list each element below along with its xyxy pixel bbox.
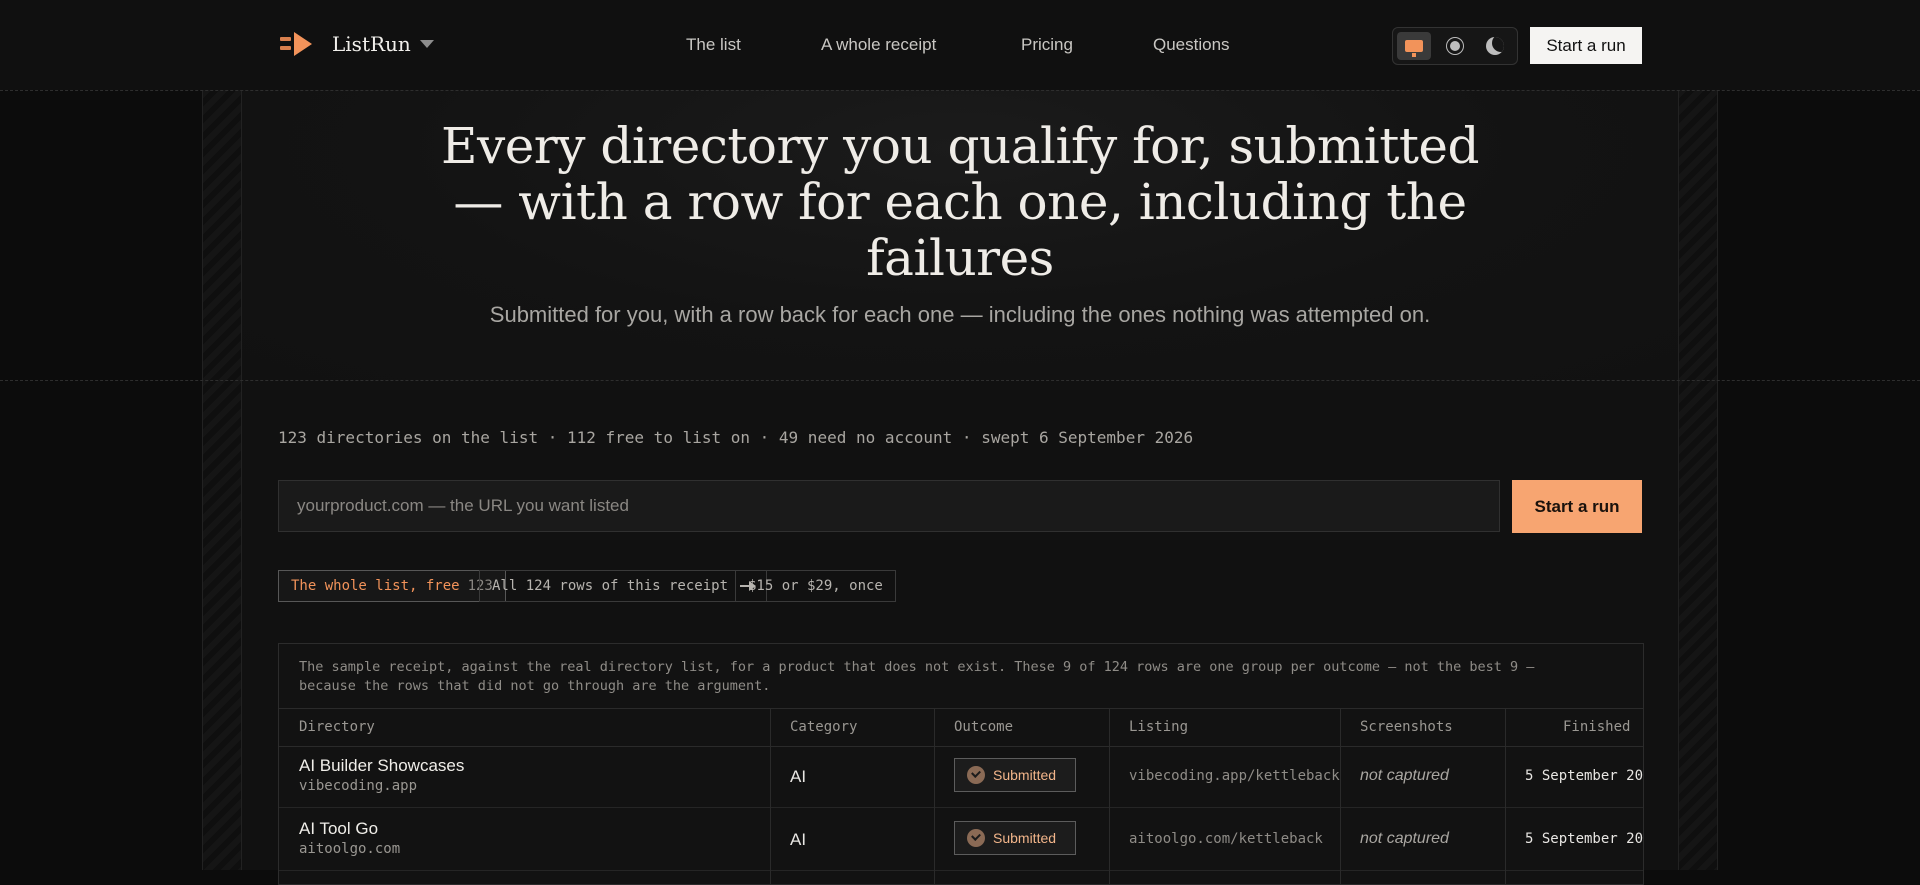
header-divider [0, 90, 1920, 91]
nav-whole-receipt[interactable]: A whole receipt [821, 35, 936, 55]
moon-icon [1486, 37, 1504, 55]
tab-pricing[interactable]: $15 or $29, once [735, 570, 896, 602]
tab-all-rows[interactable]: All 124 rows of this receipt [479, 570, 768, 602]
tab-label: All 124 rows of this receipt [492, 578, 729, 594]
finished-date: 5 September 2026 [1525, 831, 1644, 847]
listing-link[interactable]: aitoolgo.com/kettleback [1129, 831, 1323, 847]
column-directory: Directory [299, 719, 375, 735]
directory-name: AI Tool Go [299, 819, 379, 838]
directory-domain: aitoolgo.com [299, 841, 401, 857]
directory-domain: vibecoding.app [299, 778, 418, 794]
column-divider [934, 708, 935, 884]
hero-subtitle: Submitted for you, with a row back for e… [489, 302, 1431, 327]
column-screenshots: Screenshots [1360, 719, 1453, 735]
theme-toggle [1392, 27, 1518, 65]
outcome-label: Submitted [993, 767, 1057, 783]
page-title: Every directory you qualify for, submitt… [440, 117, 1480, 287]
status-badge: Submitted [954, 821, 1076, 855]
nav-the-list[interactable]: The list [686, 35, 741, 55]
tab-label: The whole list, free [291, 578, 460, 594]
screenshots-status: not captured [1360, 767, 1449, 784]
column-finished: Finished [1563, 719, 1631, 735]
listing-link[interactable]: vibecoding.app/kettleback [1129, 768, 1340, 784]
finished-date: 5 September 2026 [1525, 768, 1644, 784]
monitor-icon [1405, 40, 1423, 57]
sample-receipt-table: The sample receipt, against the real dir… [278, 643, 1644, 885]
header-start-run-button[interactable]: Start a run [1530, 27, 1642, 64]
screenshots-status: not captured [1360, 830, 1449, 847]
directory-category: AI [790, 830, 807, 849]
directory-name: AI Builder Showcases [299, 756, 465, 775]
nav-questions[interactable]: Questions [1153, 35, 1230, 55]
hero-divider [0, 380, 1920, 381]
nav-pricing[interactable]: Pricing [1021, 35, 1073, 55]
table-header: Directory Category Outcome Listing Scree… [279, 708, 1643, 747]
directory-category: AI [790, 767, 807, 786]
tab-whole-list[interactable]: The whole list, free 123 [278, 570, 506, 602]
column-outcome: Outcome [954, 719, 1014, 735]
directory-stats: 123 directories on the list · 112 free t… [278, 428, 1194, 447]
column-category: Category [790, 719, 858, 735]
theme-dark-button[interactable] [1478, 32, 1512, 60]
sun-icon [1450, 41, 1460, 51]
product-url-input[interactable] [278, 480, 1500, 532]
outcome-label: Submitted [993, 830, 1057, 846]
receipt-caption: The sample receipt, against the real dir… [299, 659, 1535, 694]
column-divider [1340, 708, 1341, 884]
tab-label: $15 or $29, once [748, 578, 883, 594]
check-circle-icon [967, 829, 985, 847]
left-rail [202, 90, 242, 870]
start-run-button[interactable]: Start a run [1512, 480, 1642, 533]
table-row[interactable]: AI Tool Go aitoolgo.com AI Submitted ait… [279, 808, 1643, 871]
check-circle-icon [967, 766, 985, 784]
column-listing: Listing [1129, 719, 1189, 735]
table-row[interactable]: AI Builder Showcases vibecoding.app AI S… [279, 745, 1643, 808]
status-badge: Submitted [954, 758, 1076, 792]
right-rail [1678, 90, 1718, 870]
column-divider [770, 708, 771, 884]
theme-light-button[interactable] [1438, 32, 1472, 60]
column-divider [1109, 708, 1110, 884]
column-divider [1505, 708, 1506, 884]
theme-system-button[interactable] [1397, 32, 1431, 60]
site-header: ListRun The list A whole receipt Pricing… [0, 0, 1920, 90]
